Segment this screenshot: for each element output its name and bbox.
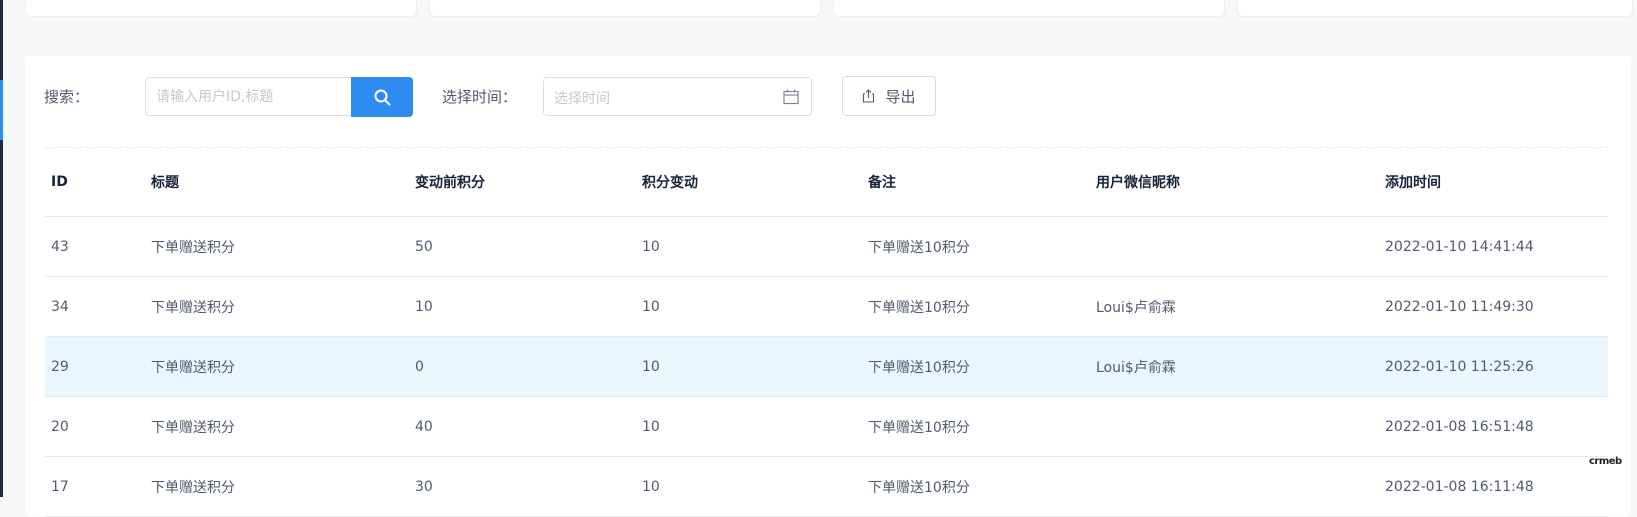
cell-remark: 下单赠送10积分 (868, 419, 970, 436)
cell-remark: 下单赠送10积分 (868, 359, 970, 376)
cell-add-time: 2022-01-10 14:41:44 (1385, 238, 1534, 255)
cell-title: 下单赠送积分 (151, 419, 235, 436)
cell-points-change: 10 (642, 298, 660, 315)
date-filter-label: 选择时间： (442, 88, 518, 106)
cell-points-before: 30 (415, 478, 433, 495)
search-input[interactable] (145, 77, 352, 116)
table-row[interactable]: 43 下单赠送积分 50 10 下单赠送10积分 2022-01-10 14:4… (45, 217, 1608, 277)
cell-id: 20 (51, 418, 69, 435)
cell-add-time: 2022-01-08 16:11:48 (1385, 478, 1534, 495)
column-header-id[interactable]: ID (51, 148, 68, 216)
cell-add-time: 2022-01-10 11:25:26 (1385, 358, 1534, 375)
cell-title: 下单赠送积分 (151, 299, 235, 316)
export-icon (863, 89, 875, 103)
column-header-remark[interactable]: 备注 (868, 148, 896, 216)
cell-remark: 下单赠送10积分 (868, 479, 970, 496)
cell-remark: 下单赠送10积分 (868, 299, 970, 316)
cell-title: 下单赠送积分 (151, 479, 235, 496)
cell-points-before: 10 (415, 298, 433, 315)
brand-watermark: crmeb (1589, 456, 1622, 467)
cell-add-time: 2022-01-08 16:51:48 (1385, 418, 1534, 435)
column-header-add-time[interactable]: 添加时间 (1385, 148, 1441, 216)
cell-points-change: 10 (642, 358, 660, 375)
table-row[interactable]: 29 下单赠送积分 0 10 下单赠送10积分 Loui$卢俞霖 2022-01… (45, 337, 1608, 397)
date-picker[interactable]: 选择时间 (543, 77, 812, 116)
stat-card-3 (833, 0, 1225, 17)
cell-points-change: 10 (642, 478, 660, 495)
column-header-wechat-nickname[interactable]: 用户微信昵称 (1096, 148, 1180, 216)
column-header-points-before[interactable]: 变动前积分 (415, 148, 485, 216)
cell-points-before: 0 (415, 358, 424, 375)
stat-card-4 (1237, 0, 1633, 17)
sidebar-active-indicator (0, 80, 3, 140)
column-header-title[interactable]: 标题 (151, 148, 179, 216)
table-header: ID 标题 变动前积分 积分变动 备注 用户微信昵称 添加时间 (45, 148, 1608, 217)
table-row[interactable]: 34 下单赠送积分 10 10 下单赠送10积分 Loui$卢俞霖 2022-0… (45, 277, 1608, 337)
points-table: ID 标题 变动前积分 积分变动 备注 用户微信昵称 添加时间 43 下单赠送积… (45, 148, 1608, 517)
table-row[interactable]: 17 下单赠送积分 30 10 下单赠送10积分 2022-01-08 16:1… (45, 457, 1608, 517)
table-row[interactable]: 20 下单赠送积分 40 10 下单赠送10积分 2022-01-08 16:5… (45, 397, 1608, 457)
cell-wechat-nickname: Loui$卢俞霖 (1096, 359, 1176, 376)
calendar-icon (783, 89, 799, 105)
cell-id: 29 (51, 358, 69, 375)
search-icon (374, 89, 390, 105)
cell-points-change: 10 (642, 238, 660, 255)
cell-title: 下单赠送积分 (151, 359, 235, 376)
export-button[interactable]: 导出 (842, 76, 936, 116)
export-button-label: 导出 (885, 87, 916, 106)
stat-card-2 (429, 0, 821, 17)
search-button[interactable] (351, 77, 413, 117)
cell-points-before: 50 (415, 238, 433, 255)
column-header-points-change[interactable]: 积分变动 (642, 148, 698, 216)
cell-id: 43 (51, 238, 69, 255)
cell-wechat-nickname: Loui$卢俞霖 (1096, 299, 1176, 316)
cell-points-change: 10 (642, 418, 660, 435)
stat-card-1 (25, 0, 417, 17)
search-label: 搜索： (44, 88, 90, 106)
cell-title: 下单赠送积分 (151, 239, 235, 256)
cell-id: 17 (51, 478, 69, 495)
cell-remark: 下单赠送10积分 (868, 239, 970, 256)
cell-points-before: 40 (415, 418, 433, 435)
cell-id: 34 (51, 298, 69, 315)
sidebar-edge (0, 0, 3, 497)
date-picker-placeholder: 选择时间 (554, 91, 610, 107)
cell-add-time: 2022-01-10 11:49:30 (1385, 298, 1534, 315)
